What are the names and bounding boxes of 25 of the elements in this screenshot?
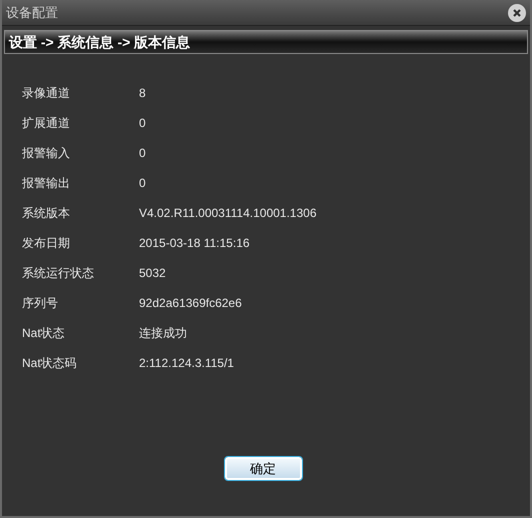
breadcrumb: 设置 -> 系统信息 -> 版本信息	[9, 32, 190, 52]
field-label: 系统版本	[21, 205, 71, 222]
close-icon	[512, 8, 522, 18]
field-value: 0	[139, 115, 146, 132]
field-value: 0	[139, 175, 146, 192]
field-label: Nat状态码	[21, 355, 78, 372]
window-title: 设备配置	[6, 4, 58, 22]
field-value: 2:112.124.3.115/1	[139, 355, 234, 372]
field-value: V4.02.R11.00031114.10001.1306	[139, 205, 316, 222]
close-button[interactable]	[508, 4, 526, 22]
field-label: 报警输入	[21, 145, 71, 162]
field-label: 系统运行状态	[21, 265, 95, 282]
field-value: 5032	[139, 265, 166, 282]
field-label: Nat状态	[21, 325, 66, 342]
field-label: 扩展通道	[21, 115, 71, 132]
field-value: 92d2a61369fc62e6	[139, 295, 242, 312]
field-value: 8	[139, 85, 146, 102]
field-value: 0	[139, 145, 146, 162]
field-label: 序列号	[21, 295, 59, 312]
field-label: 报警输出	[21, 175, 71, 192]
field-value: 连接成功	[139, 325, 187, 342]
ok-button[interactable]: 确定	[224, 457, 302, 480]
field-value: 2015-03-18 11:15:16	[139, 235, 250, 252]
field-label: 录像通道	[21, 85, 71, 102]
field-label: 发布日期	[21, 235, 71, 252]
